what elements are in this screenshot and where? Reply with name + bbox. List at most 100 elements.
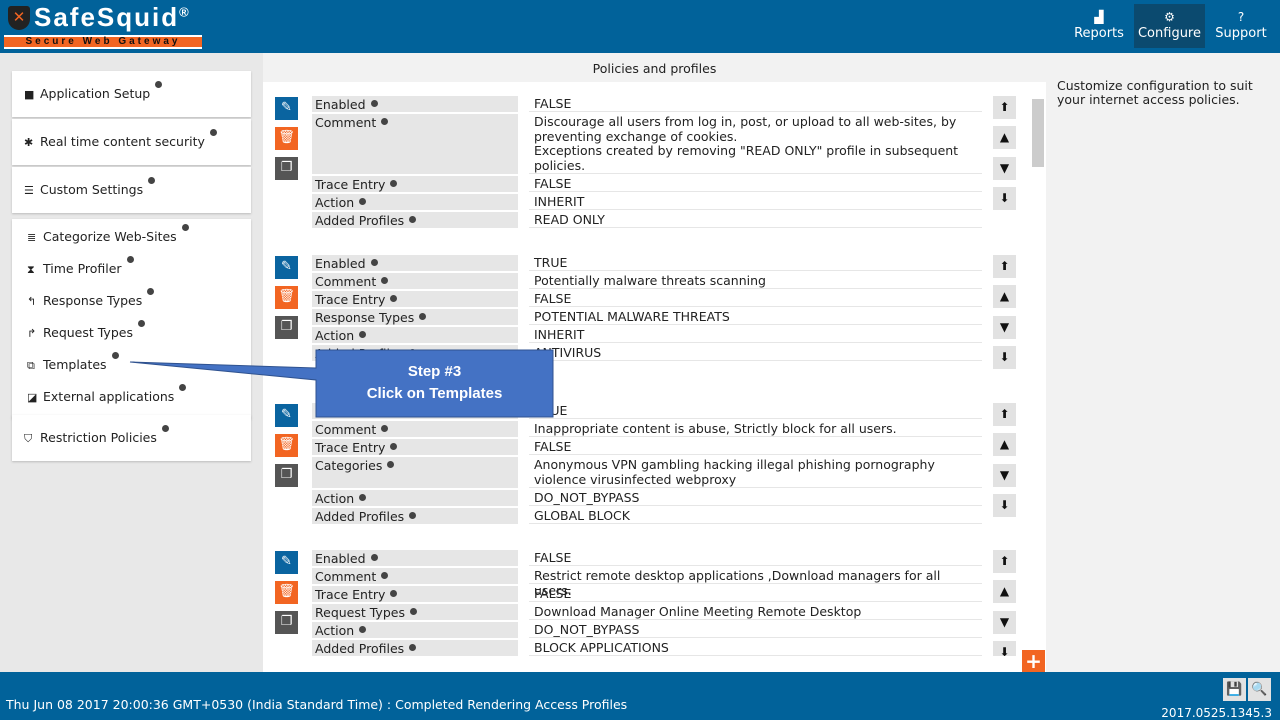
policy-row[interactable]: Action DO_NOT_BYPASS (312, 490, 982, 508)
nav-configure[interactable]: ⚙ Configure (1134, 4, 1205, 48)
move-down-button[interactable]: ▼ (993, 157, 1016, 180)
move-up-button[interactable]: ▲ (993, 580, 1016, 603)
move-top-button[interactable]: ⬆ (993, 96, 1016, 119)
field-label: Trace Entry (312, 586, 518, 602)
policy-row[interactable]: Categories Anonymous VPN gambling hacking… (312, 457, 982, 490)
sliders-icon: ☰ (24, 184, 34, 197)
policy-row[interactable]: Trace Entry FALSE (312, 586, 982, 604)
save-button[interactable]: 💾 (1223, 678, 1246, 701)
field-value: Restrict remote desktop applications ,Do… (529, 568, 982, 597)
policy-row[interactable]: Comment Restrict remote desktop applicati… (312, 568, 982, 597)
move-up-button[interactable]: ▲ (993, 433, 1016, 456)
scrollbar-thumb[interactable] (1032, 99, 1044, 167)
arrow-circle-up-icon: ⬆ (999, 259, 1010, 273)
field-value: FALSE (529, 586, 982, 602)
delete-button[interactable]: 🗑 (275, 581, 298, 604)
vertical-scrollbar[interactable] (1030, 82, 1046, 656)
policy-row[interactable]: Added Profiles READ ONLY (312, 212, 982, 230)
field-value: TRUE (529, 403, 982, 419)
field-value: Anonymous VPN gambling hacking illegal p… (529, 457, 982, 488)
copy-button[interactable]: ❐ (275, 316, 298, 339)
sidebar-item-external-applications[interactable]: ◪ External applications (15, 381, 251, 413)
info-icon (381, 425, 389, 432)
logo-shield-icon: ✕ (8, 6, 30, 30)
copy-button[interactable]: ❐ (275, 611, 298, 634)
policy-row[interactable]: Added Profiles GLOBAL BLOCK (312, 508, 982, 526)
copy-icon: ❐ (280, 160, 293, 175)
sidebar-item-restriction-policies[interactable]: ⛉ Restriction Policies (12, 422, 251, 454)
move-top-button[interactable]: ⬆ (993, 255, 1016, 278)
field-label: Response Types (312, 309, 518, 325)
info-icon (155, 81, 163, 88)
sidebar-item-templates[interactable]: ⧉ Templates (15, 349, 251, 381)
move-down-button[interactable]: ▼ (993, 464, 1016, 487)
field-label: Comment (312, 568, 518, 584)
edit-button[interactable]: ✎ (275, 97, 298, 120)
field-label-text: Trace Entry (315, 587, 386, 602)
delete-button[interactable]: 🗑 (275, 434, 298, 457)
policy-row[interactable]: Trace Entry FALSE (312, 176, 982, 194)
sidebar-item-categorize-web-sites[interactable]: ≣ Categorize Web-Sites (15, 221, 251, 253)
policy-row[interactable]: Added Profiles BLOCK APPLICATIONS (312, 640, 982, 656)
copy-button[interactable]: ❐ (275, 157, 298, 180)
policy-row[interactable]: Comment Potentially malware threats scann… (312, 273, 982, 291)
policy-row[interactable]: Response Types POTENTIAL MALWARE THREATS (312, 309, 982, 327)
nav-reports[interactable]: ▟ Reports (1069, 4, 1129, 48)
field-label-text: Trace Entry (315, 292, 386, 307)
callout-text: Step #3 Click on Templates (316, 350, 553, 417)
policy-row[interactable]: Comment Inappropriate content is abuse, S… (312, 421, 982, 439)
search-button[interactable]: 🔍 (1248, 678, 1271, 701)
move-bottom-button[interactable]: ⬇ (993, 494, 1016, 517)
briefcase-icon: ■ (24, 88, 35, 101)
move-bottom-button[interactable]: ⬇ (993, 187, 1016, 210)
edit-button[interactable]: ✎ (275, 256, 298, 279)
field-label-text: Comment (315, 115, 377, 130)
move-down-button[interactable]: ▼ (993, 611, 1016, 634)
copy-button[interactable]: ❐ (275, 464, 298, 487)
field-label: Comment (312, 114, 518, 174)
move-top-button[interactable]: ⬆ (993, 403, 1016, 426)
sidebar-item-custom-settings[interactable]: ☰ Custom Settings (12, 174, 251, 206)
policy-row[interactable]: Action DO_NOT_BYPASS (312, 622, 982, 640)
sidebar-item-application-setup[interactable]: ■ Application Setup (12, 78, 251, 110)
policy-row[interactable]: Enabled FALSE (312, 96, 982, 114)
share-icon: ↱ (27, 327, 37, 340)
field-label: Added Profiles (312, 212, 518, 228)
sidebar-item-response-types[interactable]: ↰ Response Types (15, 285, 251, 317)
sidebar-item-real-time-content-security[interactable]: ✱ Real time content security (12, 126, 251, 158)
field-value: POTENTIAL MALWARE THREATS (529, 309, 982, 325)
policy-row[interactable]: Enabled FALSE (312, 550, 982, 568)
policy-row[interactable]: Request Types Download Manager Online Mee… (312, 604, 982, 622)
nav-support[interactable]: ? Support (1210, 4, 1272, 48)
sidebar-item-time-profiler[interactable]: ⧗ Time Profiler (15, 253, 251, 285)
edit-button[interactable]: ✎ (275, 551, 298, 574)
header: ✕ SafeSquid® Secure Web Gateway ▟ Reports… (0, 0, 1280, 53)
policy-row[interactable]: Action INHERIT (312, 194, 982, 212)
move-top-button[interactable]: ⬆ (993, 550, 1016, 573)
sidebar-item-label: External applications (43, 389, 175, 404)
move-bottom-button[interactable]: ⬇ (993, 346, 1016, 369)
move-up-button[interactable]: ▲ (993, 285, 1016, 308)
field-label-text: Action (315, 195, 355, 210)
field-label-text: Categories (315, 458, 383, 473)
info-icon (381, 118, 389, 125)
policy-row[interactable]: Enabled TRUE (312, 255, 982, 273)
policy-row[interactable]: Comment Discourage all users from log in,… (312, 114, 982, 176)
policy-row[interactable]: Trace Entry FALSE (312, 439, 982, 457)
delete-button[interactable]: 🗑 (275, 286, 298, 309)
field-value: Potentially malware threats scanning (529, 273, 982, 289)
move-down-button[interactable]: ▼ (993, 316, 1016, 339)
move-bottom-button[interactable]: ⬇ (993, 641, 1016, 656)
callout-title: Step #3 (407, 363, 462, 380)
move-up-button[interactable]: ▲ (993, 126, 1016, 149)
field-label-text: Comment (315, 422, 377, 437)
sidebar-item-request-types[interactable]: ↱ Request Types (15, 317, 251, 349)
policy-row[interactable]: Trace Entry FALSE (312, 291, 982, 309)
policy-row[interactable]: Action INHERIT (312, 327, 982, 345)
edit-button[interactable]: ✎ (275, 404, 298, 427)
delete-button[interactable]: 🗑 (275, 127, 298, 150)
field-label-text: Action (315, 623, 355, 638)
hourglass-icon: ⧗ (27, 263, 35, 276)
add-policy-button[interactable]: + (1022, 650, 1045, 672)
field-label: Comment (312, 273, 518, 289)
